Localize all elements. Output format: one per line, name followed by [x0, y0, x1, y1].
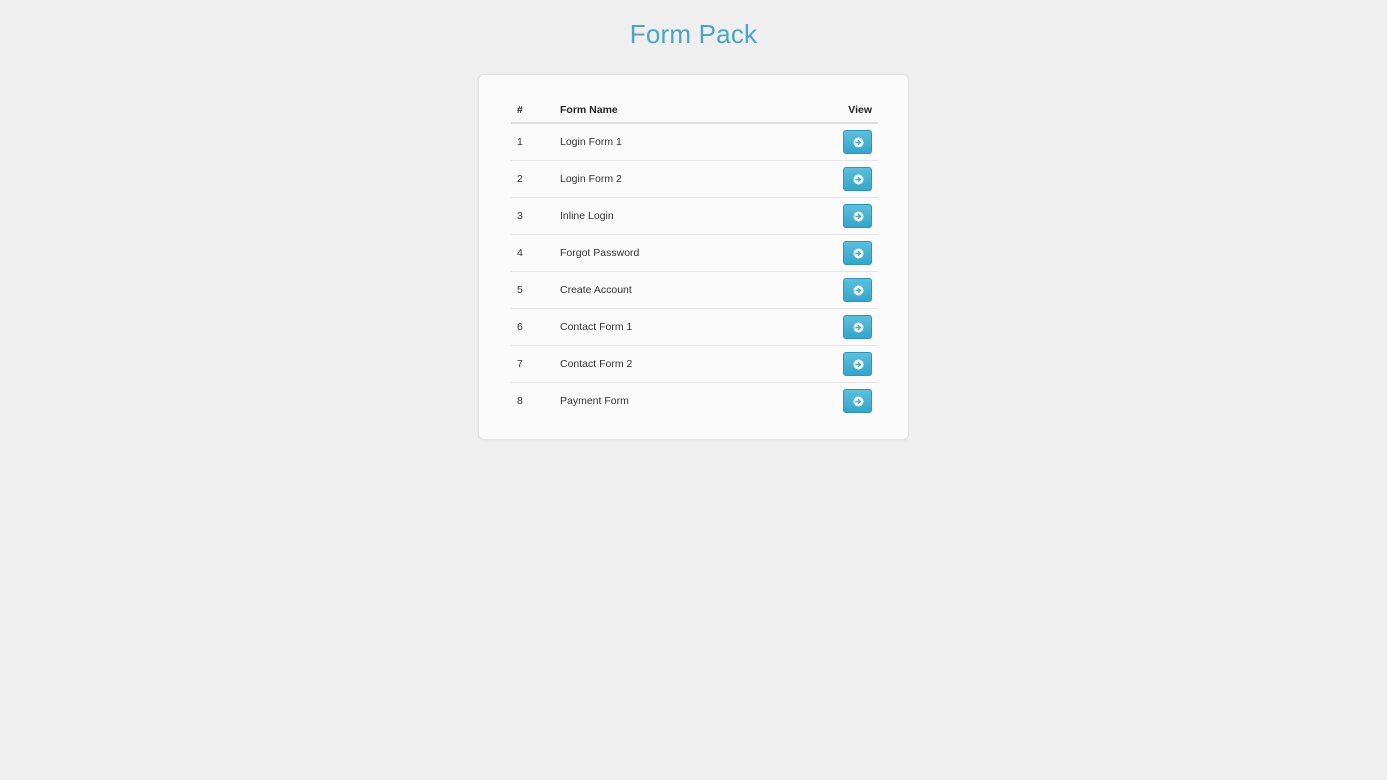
row-form-name: Contact Form 2	[560, 345, 812, 383]
forms-card: # Form Name View 1 Login Form 1 2 Login …	[478, 74, 909, 440]
table-row: 2 Login Form 2	[511, 160, 878, 198]
table-row: 7 Contact Form 2	[511, 345, 878, 383]
table-row: 8 Payment Form	[511, 383, 878, 420]
arrow-circle-right-icon	[853, 174, 864, 185]
row-number: 4	[511, 234, 560, 272]
table-row: 1 Login Form 1	[511, 123, 878, 161]
arrow-circle-right-icon	[853, 285, 864, 296]
arrow-circle-right-icon	[853, 396, 864, 407]
table-row: 6 Contact Form 1	[511, 308, 878, 346]
row-number: 1	[511, 123, 560, 161]
row-form-name: Login Form 1	[560, 123, 812, 161]
view-button[interactable]	[843, 352, 872, 376]
table-row: 3 Inline Login	[511, 197, 878, 235]
row-number: 6	[511, 308, 560, 346]
row-number: 2	[511, 160, 560, 198]
row-form-name: Contact Form 1	[560, 308, 812, 346]
header-view: View	[812, 97, 878, 124]
table-header-row: # Form Name View	[511, 97, 878, 124]
forms-table: # Form Name View 1 Login Form 1 2 Login …	[511, 97, 878, 419]
row-form-name: Create Account	[560, 271, 812, 309]
row-form-name: Payment Form	[560, 395, 629, 407]
view-button[interactable]	[843, 278, 872, 302]
page-title: Form Pack	[629, 19, 758, 49]
header-form-name: Form Name	[560, 97, 812, 124]
table-row: 4 Forgot Password	[511, 234, 878, 272]
row-number: 8	[517, 395, 523, 407]
view-button[interactable]	[843, 204, 872, 228]
row-form-name: Login Form 2	[560, 160, 812, 198]
row-number: 3	[511, 197, 560, 235]
view-button[interactable]	[843, 130, 872, 154]
arrow-circle-right-icon	[853, 137, 864, 148]
row-number: 7	[511, 345, 560, 383]
arrow-circle-right-icon	[853, 248, 864, 259]
view-button[interactable]	[843, 315, 872, 339]
header-number: #	[511, 97, 560, 124]
row-form-name: Inline Login	[560, 197, 812, 235]
view-button[interactable]	[843, 241, 872, 265]
view-button[interactable]	[843, 389, 872, 413]
arrow-circle-right-icon	[853, 211, 864, 222]
arrow-circle-right-icon	[853, 322, 864, 333]
view-button[interactable]	[843, 167, 872, 191]
arrow-circle-right-icon	[853, 359, 864, 370]
row-form-name: Forgot Password	[560, 234, 812, 272]
table-row: 5 Create Account	[511, 271, 878, 309]
row-number: 5	[511, 271, 560, 309]
